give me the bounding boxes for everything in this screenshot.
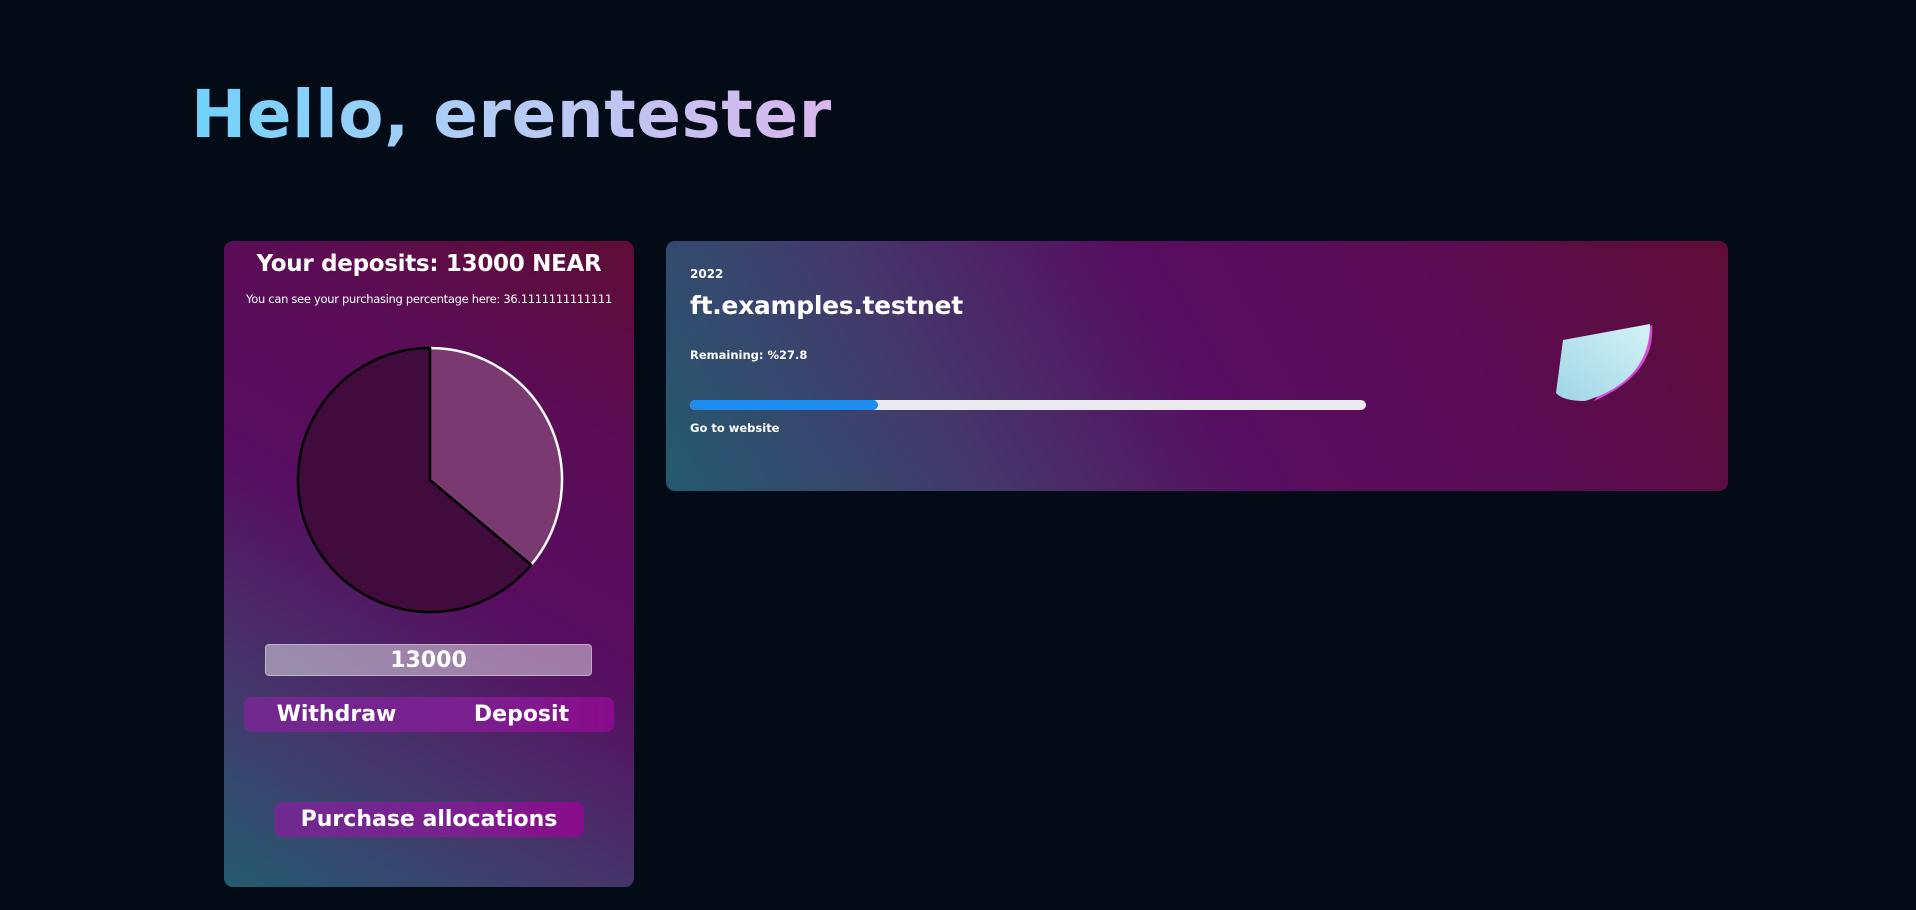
project-remaining: Remaining: %27.8 (690, 348, 808, 362)
purchasing-percentage-text: You can see your purchasing percentage h… (246, 292, 612, 306)
greeting-heading: Hello, erentester (191, 74, 832, 156)
go-to-website-link[interactable]: Go to website (690, 421, 779, 435)
deposit-card: Your deposits: 13000 NEAR You can see yo… (224, 241, 634, 887)
progress-bar-fill (690, 400, 878, 410)
page: Hello, erentester Your deposits: 13000 N… (0, 0, 1916, 910)
amount-input[interactable] (265, 644, 592, 676)
cone-logo-icon (1548, 319, 1653, 419)
purchase-allocations-button[interactable]: Purchase allocations (274, 802, 584, 837)
project-name: ft.examples.testnet (690, 291, 963, 320)
deposit-pie-chart (295, 345, 565, 615)
withdraw-button[interactable]: Withdraw (244, 697, 429, 732)
pie-chart-svg (296, 346, 564, 614)
project-card: 2022 ft.examples.testnet Remaining: %27.… (666, 241, 1728, 491)
deposit-title: Your deposits: 13000 NEAR (256, 251, 602, 277)
action-button-group: Withdraw Deposit (244, 697, 614, 732)
progress-bar (690, 400, 1366, 410)
project-year: 2022 (690, 267, 724, 281)
deposit-button[interactable]: Deposit (429, 697, 614, 732)
